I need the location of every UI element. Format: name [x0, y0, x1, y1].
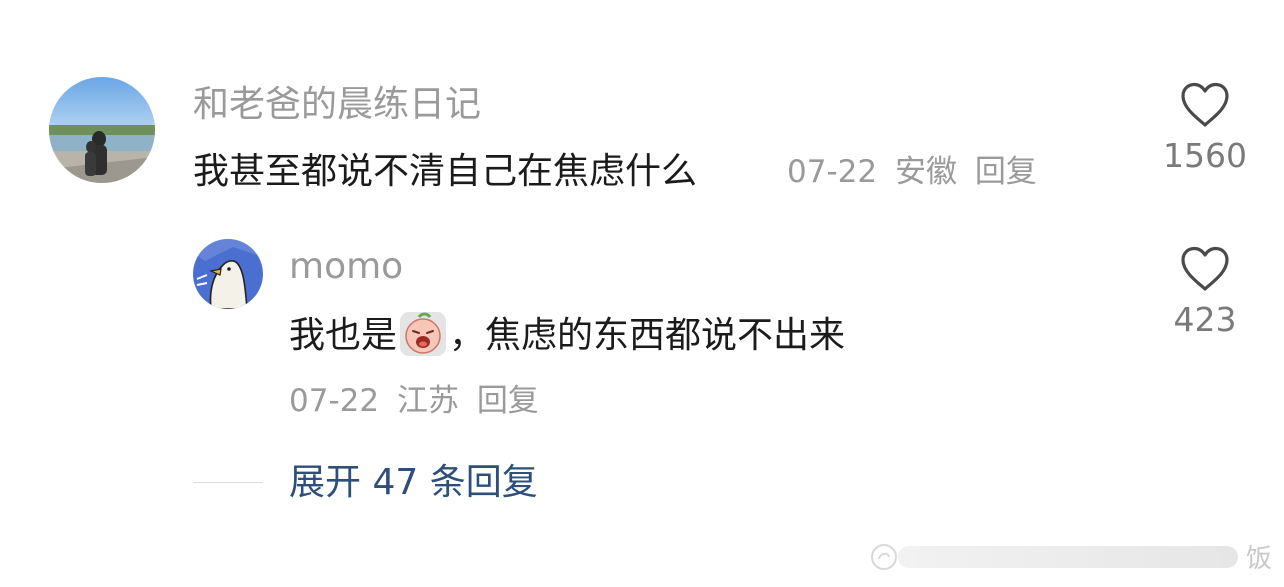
comment-reply-button[interactable]: 回复 — [975, 154, 1037, 190]
crying-face-emoji-icon — [399, 309, 447, 369]
expand-replies-button[interactable]: 展开 47 条回复 — [289, 460, 538, 506]
reply-text: 我也是 ，焦虑的东西都说不出来 — [289, 309, 845, 369]
watermark: 饭 — [870, 538, 1272, 575]
watermark-text: 饭 — [1246, 544, 1273, 574]
reply-like-count: 423 — [1173, 300, 1237, 339]
expand-divider — [193, 482, 263, 483]
reply-meta: 07-22 江苏 回复 — [289, 381, 547, 421]
heart-outline-icon — [1181, 82, 1229, 127]
reply-location: 江苏 — [396, 383, 459, 419]
reply-username[interactable]: momo — [289, 244, 403, 290]
reply-reply-button[interactable]: 回复 — [477, 383, 539, 419]
comment-meta: 07-22 安徽 回复 — [787, 152, 1045, 192]
reply-like-button[interactable]: 423 — [1160, 246, 1250, 340]
reply-date: 07-22 — [289, 383, 380, 419]
reply-text-after: ，焦虑的东西都说不出来 — [449, 315, 846, 356]
comment-text: 我甚至都说不清自己在焦虑什么 — [193, 151, 698, 192]
commenter-username[interactable]: 和老爸的晨练日记 — [193, 82, 481, 128]
commenter-avatar[interactable] — [49, 77, 155, 183]
comment-like-count: 1560 — [1163, 136, 1247, 175]
comment-date: 07-22 — [787, 154, 878, 190]
reply-avatar[interactable] — [193, 239, 263, 309]
comment-like-button[interactable]: 1560 — [1160, 82, 1250, 176]
reply-text-before: 我也是 — [289, 315, 398, 356]
heart-outline-icon — [1181, 246, 1229, 291]
watermark-logo-icon — [871, 543, 897, 570]
comment-location: 安徽 — [894, 154, 957, 190]
watermark-bar — [898, 545, 1238, 568]
